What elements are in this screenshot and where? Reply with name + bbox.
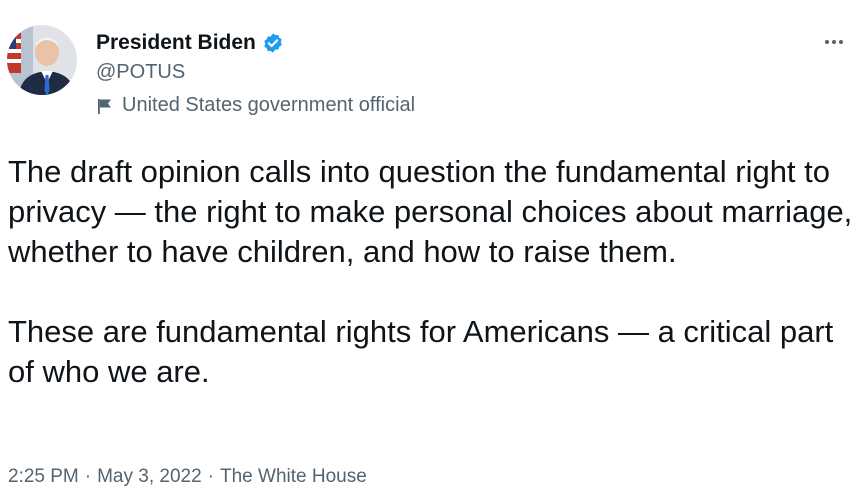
author-avatar[interactable]	[7, 25, 77, 95]
tweet-meta: 2:25 PM · May 3, 2022 · The White House	[8, 466, 367, 488]
verified-badge-icon	[262, 32, 284, 54]
tweet-paragraph: The draft opinion calls into question th…	[8, 154, 853, 269]
government-label: United States government official	[96, 94, 415, 117]
meta-separator: ·	[207, 466, 214, 487]
flag-icon	[96, 97, 114, 115]
tweet-date[interactable]: May 3, 2022	[97, 466, 202, 488]
author-name-row: President Biden	[96, 29, 284, 57]
avatar-portrait	[7, 25, 77, 95]
tweet-text: The draft opinion calls into question th…	[8, 152, 853, 392]
author-handle[interactable]: @POTUS	[96, 61, 185, 84]
tweet-time[interactable]: 2:25 PM	[8, 466, 79, 488]
more-dot	[825, 40, 829, 44]
government-label-text[interactable]: United States government official	[122, 94, 415, 117]
more-dot	[839, 40, 843, 44]
meta-separator: ·	[84, 466, 92, 487]
more-dot	[832, 40, 836, 44]
tweet-paragraph: These are fundamental rights for America…	[8, 314, 834, 389]
author-display-name[interactable]: President Biden	[96, 31, 256, 55]
more-options-icon[interactable]	[816, 30, 852, 54]
tweet-source[interactable]: The White House	[220, 466, 367, 488]
tweet-card: President Biden @POTUS United States gov…	[0, 0, 858, 502]
